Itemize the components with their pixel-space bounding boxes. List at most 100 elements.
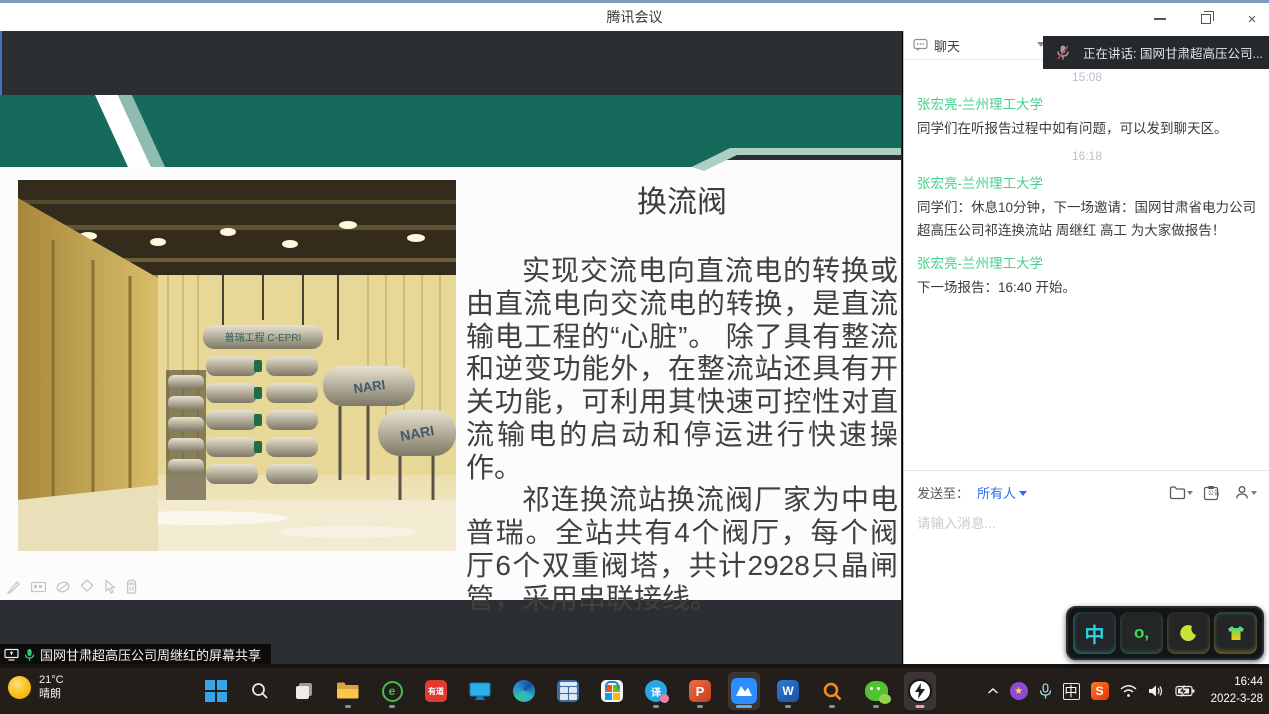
file-explorer-icon [336, 681, 360, 701]
chat-timestamp: 15:08 [917, 70, 1257, 84]
close-button[interactable]: × [1241, 8, 1263, 30]
cursor-tool-icon[interactable] [103, 579, 117, 595]
mic-muted-icon [1056, 44, 1070, 61]
task-view-button[interactable] [289, 673, 319, 709]
speaking-toast-text: 正在讲话: 国网甘肃超高压公司... [1083, 43, 1263, 62]
person-caret-icon [1251, 491, 1257, 495]
tray-input-language[interactable]: 中 [1063, 683, 1080, 700]
chat-message-input[interactable] [917, 516, 1257, 531]
folder-icon [1169, 485, 1186, 500]
ime-chinese-key[interactable]: 中 [1073, 612, 1116, 654]
microphone-icon [1039, 683, 1052, 700]
speaker-mic-icon [24, 648, 35, 662]
taskbar: 21°C 晴朗 e 有道 译 P W ★ 中 S 16:44 2022-3-28 [0, 668, 1269, 714]
restore-button[interactable] [1195, 8, 1217, 30]
slide-paragraph-1: 实现交流电向直流电的转换或由直流电向交流电的转换，是直流输电工程的“心脏”。 除… [466, 255, 898, 484]
ime-night-mode-key[interactable] [1167, 612, 1210, 654]
shirt-icon [1226, 625, 1246, 642]
laser-tool-icon[interactable] [55, 579, 71, 595]
file-attach-button[interactable] [1169, 485, 1193, 500]
tray-volume[interactable] [1148, 684, 1164, 698]
window-title: 腾讯会议 [607, 7, 663, 27]
translator-button[interactable]: 译 [641, 673, 671, 709]
window-edge-accent [0, 31, 2, 95]
window-titlebar: 腾讯会议 × [0, 0, 1269, 31]
send-to-selector[interactable]: 所有人 [977, 483, 1027, 502]
chat-message: 张宏亮-兰州理工大学 同学们：休息10分钟，下一场邀请：国网甘肃省电力公司超高压… [917, 172, 1257, 242]
tray-expand-button[interactable] [987, 687, 999, 695]
tray-microphone[interactable] [1039, 683, 1052, 700]
send-to-label: 发送至： [917, 483, 969, 502]
clock-time: 16:44 [1211, 674, 1263, 691]
chat-message-text: 同学们：休息10分钟，下一场邀请：国网甘肃省电力公司超高压公司祁连换流站 周继红… [917, 196, 1257, 242]
tray-star-app[interactable]: ★ [1010, 682, 1028, 700]
screen-share-icon [4, 648, 19, 661]
tencent-meeting-button[interactable] [729, 673, 759, 709]
chat-tab-label: 聊天 [934, 36, 960, 55]
tencent-meeting-icon [731, 678, 757, 704]
everything-search-button[interactable] [817, 673, 847, 709]
lightning-icon [908, 679, 932, 703]
chat-message-text: 同学们在听报告过程中如有问题，可以发到聊天区。 [917, 117, 1257, 140]
browser-e-icon: e [382, 681, 403, 702]
weather-widget[interactable]: 21°C 晴朗 [8, 673, 64, 702]
search-icon [250, 681, 270, 701]
word-button[interactable]: W [773, 673, 803, 709]
ime-skin-key[interactable] [1214, 612, 1257, 654]
chat-timestamp: 16:18 [917, 149, 1257, 163]
start-button[interactable] [201, 673, 231, 709]
announcement-button[interactable]: 公告 [1203, 485, 1225, 501]
orange-magnifier-icon [822, 681, 843, 702]
word-icon: W [777, 680, 799, 702]
calculator-button[interactable] [553, 673, 583, 709]
shared-screen-area: 二、换流站设备简介 [0, 31, 902, 664]
chat-sender-name: 张宏亮-兰州理工大学 [917, 252, 1257, 272]
powerpoint-icon: P [689, 680, 711, 702]
pen-tool-icon[interactable] [6, 579, 22, 595]
chevron-up-icon [987, 687, 999, 695]
chat-panel: 聊天 15:08 张宏亮-兰州理工大学 同学们在听报告过程中如有问题，可以发到聊… [903, 31, 1269, 664]
folder-caret-icon [1187, 491, 1193, 495]
windows-logo-icon [205, 680, 227, 702]
edge-button[interactable] [509, 673, 539, 709]
browser-360-button[interactable]: e [377, 673, 407, 709]
flash-app-button[interactable] [905, 673, 935, 709]
youdao-dict-button[interactable]: 有道 [421, 673, 451, 709]
wechat-icon [865, 681, 888, 701]
member-mention-button[interactable] [1235, 485, 1257, 500]
stamp-tool-icon[interactable] [30, 579, 47, 595]
ime-punctuation-key[interactable]: o, [1120, 612, 1163, 654]
slide-paragraph-2: 祁连换流站换流阀厂家为中电普瑞。全站共有4个阀厅，每个阀厅6个双重阀塔，共计29… [466, 484, 898, 615]
chat-message: 张宏亮-兰州理工大学 下一场报告：16:40 开始。 [917, 252, 1257, 299]
youdao-icon: 有道 [425, 680, 447, 702]
screen-share-label: 国网甘肃超高压公司周继红的屏幕共享 [40, 645, 261, 664]
powerpoint-button[interactable]: P [685, 673, 715, 709]
taskbar-search-button[interactable] [245, 673, 275, 709]
monitor-icon [469, 682, 491, 701]
clear-all-icon[interactable] [125, 578, 138, 595]
tray-wifi[interactable] [1120, 685, 1137, 698]
chat-message-list[interactable]: 15:08 张宏亮-兰州理工大学 同学们在听报告过程中如有问题，可以发到聊天区。… [904, 61, 1269, 470]
edge-icon [513, 680, 535, 702]
file-explorer-button[interactable] [333, 673, 363, 709]
tray-battery[interactable] [1175, 685, 1196, 697]
chat-message-text: 下一场报告：16:40 开始。 [917, 276, 1257, 299]
weather-temp: 21°C [39, 673, 64, 687]
tray-sogou-icon[interactable]: S [1091, 682, 1109, 700]
tray-clock[interactable]: 16:44 2022-3-28 [1211, 674, 1263, 707]
minimize-button[interactable] [1149, 8, 1171, 30]
valve-hall-photo: 普瑞工程 C-EPRI [18, 180, 456, 551]
ms-store-button[interactable] [597, 673, 627, 709]
translate-icon: 译 [645, 680, 667, 702]
chat-sender-name: 张宏亮-兰州理工大学 [917, 172, 1257, 192]
svg-text:普瑞工程 C-EPRI: 普瑞工程 C-EPRI [225, 331, 302, 344]
chat-bubble-icon [913, 38, 928, 52]
wechat-button[interactable] [861, 673, 891, 709]
speaking-toast: 正在讲话: 国网甘肃超高压公司... [1043, 36, 1269, 69]
eraser-tool-icon[interactable] [79, 579, 95, 595]
display-settings-button[interactable] [465, 673, 495, 709]
clock-date: 2022-3-28 [1211, 691, 1263, 708]
battery-charging-icon [1175, 685, 1196, 697]
calculator-icon [557, 680, 579, 702]
annotation-toolbar [6, 578, 138, 595]
